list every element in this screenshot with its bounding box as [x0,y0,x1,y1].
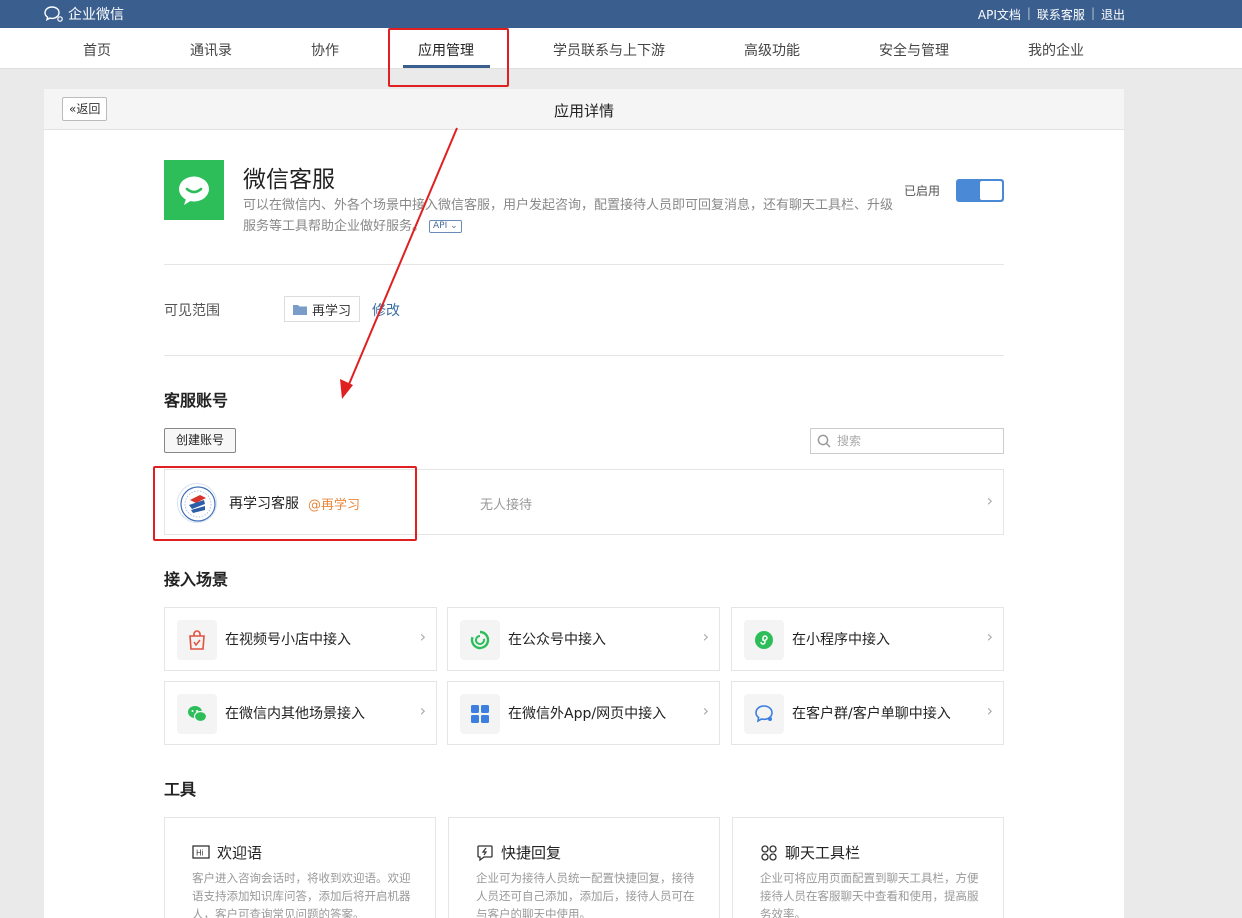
scope-edit-link[interactable]: 修改 [372,300,400,320]
api-docs-link[interactable]: API文档 [978,6,1021,23]
chevron-right-icon: › [702,701,709,720]
logo-text: 企业微信 [68,7,124,23]
scene-label: 在小程序中接入 [792,632,890,648]
chevron-right-icon: › [986,491,993,510]
tool-title: 聊天工具栏 [785,844,861,862]
tool-title: 快捷回复 [501,844,562,862]
contact-support-link[interactable]: 联系客服 [1037,6,1085,23]
nav-advanced[interactable]: 高级功能 [744,40,800,60]
chevron-right-icon: › [419,627,426,646]
tool-card-welcome[interactable]: Hi 欢迎语 客户进入咨询会话时，将收到欢迎语。欢迎语支持添加知识库问答，添加后… [164,817,436,918]
tool-header: 聊天工具栏 [760,842,860,863]
tool-title: 欢迎语 [217,844,263,862]
divider [164,355,1004,356]
logout-link[interactable]: 退出 [1101,6,1125,23]
chat-bubble-icon [744,694,784,734]
scene-card-official-account[interactable]: 在公众号中接入 › [447,607,720,671]
enable-toggle[interactable] [956,179,1004,202]
app-name: 微信客服 [243,167,335,193]
scene-label: 在客户群/客户单聊中接入 [792,706,951,722]
folder-icon [293,304,307,315]
search-icon [817,434,831,448]
logo[interactable]: 企业微信 [44,4,124,24]
tool-description: 客户进入咨询会话时，将收到欢迎语。欢迎语支持添加知识库问答，添加后将开启机器人，… [192,871,411,918]
tool-header: 快捷回复 [476,842,561,863]
chevron-right-icon: › [702,627,709,646]
scene-label: 在微信外App/网页中接入 [508,706,667,722]
scene-card-mini-program[interactable]: 在小程序中接入 › [731,607,1004,671]
annotation-box-account [153,466,417,541]
accounts-section-title: 客服账号 [164,391,229,410]
divider [164,264,1004,265]
tool-card-chat-toolbar[interactable]: 聊天工具栏 企业可将应用页面配置到聊天工具栏，方便接待人员在客服聊天中查看和使用… [732,817,1004,918]
nav-collaboration[interactable]: 协作 [311,40,339,60]
account-status: 无人接待 [480,498,533,513]
nav-student-contacts[interactable]: 学员联系与上下游 [553,40,665,60]
scene-label: 在公众号中接入 [508,632,606,648]
back-label: 返回 [76,102,101,116]
tool-description: 企业可为接待人员统一配置快捷回复，接待人员还可自己添加，添加后，接待人员可在与客… [476,871,695,918]
search-box[interactable] [810,428,1004,454]
toggle-knob [980,181,1002,200]
nav-security[interactable]: 安全与管理 [879,40,949,60]
hi-icon: Hi [192,844,210,859]
quick-reply-icon [477,844,493,861]
tool-description: 企业可将应用页面配置到聊天工具栏，方便接待人员在客服聊天中查看和使用，提高服务效… [760,871,979,918]
nav-my-company[interactable]: 我的企业 [1028,40,1084,60]
scenes-section-title: 接入场景 [164,570,229,589]
status-label: 已启用 [904,184,941,198]
toolbar-grid-icon [761,844,777,861]
chevron-right-icon: › [986,627,993,646]
scene-card-customer-group[interactable]: 在客户群/客户单聊中接入 › [731,681,1004,745]
back-button[interactable]: «返回 [62,97,108,121]
api-badge[interactable]: API ⌄ [429,220,462,233]
main-nav: 首页 通讯录 协作 应用管理 学员联系与上下游 高级功能 安全与管理 我的企业 [0,28,1242,69]
create-account-button[interactable]: 创建账号 [164,428,237,453]
api-badge-label: API [433,221,448,231]
nav-contacts[interactable]: 通讯录 [190,40,232,60]
chevron-right-icon: › [419,701,426,720]
scene-card-video-shop[interactable]: 在视频号小店中接入 › [164,607,437,671]
separator: | [1090,6,1095,20]
scope-value: 再学习 [312,303,352,319]
app-description-text: 可以在微信内、外各个场景中接入微信客服，用户发起咨询，配置接待人员即可回复消息，… [243,198,894,234]
nav-home[interactable]: 首页 [83,40,111,60]
mini-program-icon [744,620,784,660]
top-bar: 企业微信 API文档 | 联系客服 | 退出 [0,0,1242,28]
card-header: «返回 应用详情 [44,89,1124,130]
tool-header: Hi 欢迎语 [192,842,262,863]
chevron-right-icon: › [986,701,993,720]
scope-tag: 再学习 [284,296,361,322]
search-input[interactable] [837,434,987,448]
scene-card-external-app[interactable]: 在微信外App/网页中接入 › [447,681,720,745]
page-title: 应用详情 [553,102,615,120]
scope-label: 可见范围 [164,303,220,319]
wecom-logo-icon [44,6,63,22]
tools-section-title: 工具 [164,780,197,799]
tool-card-quick-reply[interactable]: 快捷回复 企业可为接待人员统一配置快捷回复，接待人员还可自己添加，添加后，接待人… [448,817,720,918]
wechat-icon [177,694,217,734]
shop-bag-icon [177,620,217,660]
official-account-icon [460,620,500,660]
svg-text:Hi: Hi [196,848,204,857]
customer-service-chat-icon [179,176,209,205]
scene-label: 在微信内其他场景接入 [225,706,365,722]
separator: | [1026,6,1031,20]
app-grid-icon [460,694,500,734]
annotation-box-nav [388,28,509,87]
scene-card-wechat-other[interactable]: 在微信内其他场景接入 › [164,681,437,745]
app-icon [164,160,224,220]
scene-label: 在视频号小店中接入 [225,632,351,648]
app-description: 可以在微信内、外各个场景中接入微信客服，用户发起咨询，配置接待人员即可回复消息，… [243,195,903,237]
